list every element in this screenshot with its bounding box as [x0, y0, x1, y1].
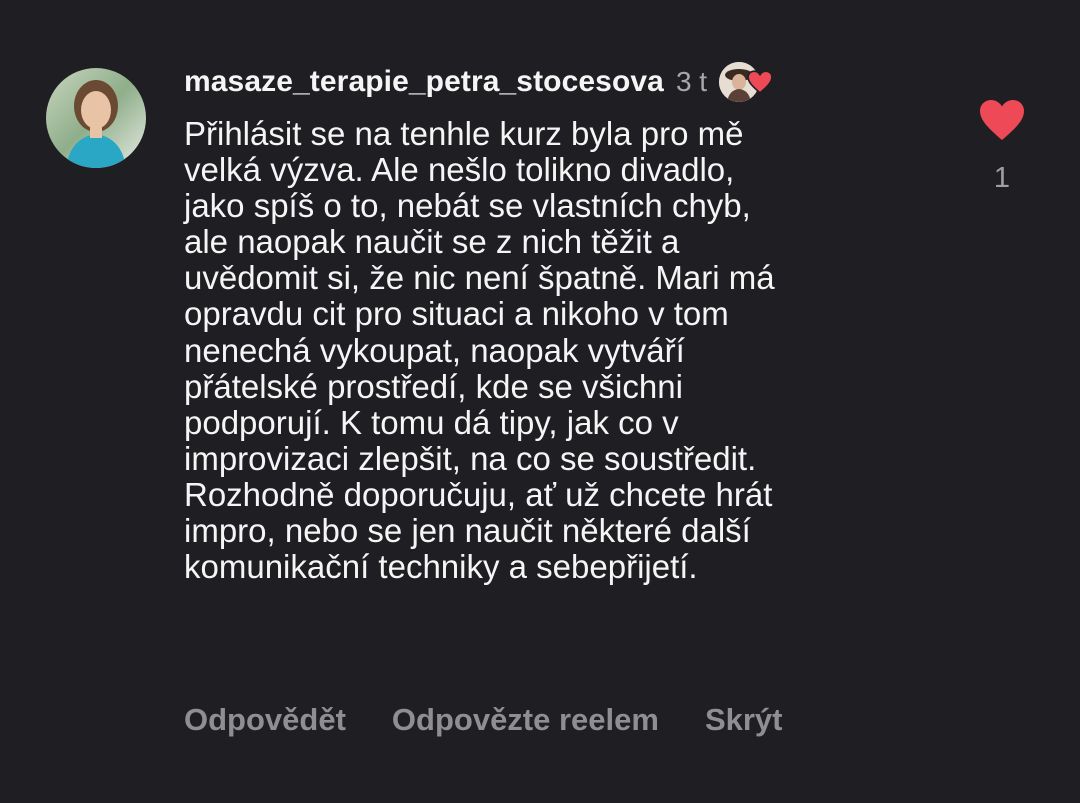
comment-line: Přihlásit se na tenhle kurz byla pro mě [184, 115, 744, 152]
comment-line: jako spíš o to, nebát se vlastních chyb, [184, 187, 751, 225]
comment-line: velká výzva. Ale nešlo tolikno divadlo, [184, 151, 735, 189]
reply-button[interactable]: Odpovědět [184, 702, 346, 738]
comment-line: Rozhodně doporučuju, ať už chcete hrát [184, 475, 773, 513]
comment-line: přátelské prostředí, kde se všichni [184, 367, 683, 405]
heart-filled-icon[interactable] [978, 98, 1026, 142]
like-section: 1 [974, 98, 1030, 195]
like-count: 1 [993, 162, 1011, 194]
creator-liked-badge [719, 60, 775, 104]
comment-line: podporují. K tomu dá tipy, jak co v [184, 403, 679, 441]
hide-button[interactable]: Skrýt [705, 702, 783, 738]
username[interactable]: masaze_terapie_petra_stocesova [184, 65, 664, 99]
comment-line: nenechá vykoupat, naopak vytváří [184, 331, 685, 369]
comment-text: Přihlásit se na tenhle kurz byla pro mě … [184, 115, 944, 586]
small-heart-icon [747, 70, 773, 94]
comment-line: komunikační techniky a sebepřijetí. [184, 548, 698, 586]
comment-line: improvizaci zlepšit, na co se soustředit… [184, 439, 757, 477]
comment-line: uvědomit si, že nic není špatně. Mari má [184, 259, 775, 297]
commenter-avatar[interactable] [46, 68, 146, 168]
comment-line: opravdu cit pro situaci a nikoho v tom [184, 295, 729, 333]
comment-line: impro, nebo se jen naučit některé další [184, 512, 751, 550]
timestamp: 3 t [675, 66, 708, 97]
comment-line: ale naopak naučit se z nich těžit a [184, 223, 680, 261]
comment-actions: Odpovědět Odpovězte reelem Skrýt [184, 702, 829, 738]
avatar-photo [46, 68, 146, 168]
comment-header: masaze_terapie_petra_stocesova 3 t [184, 60, 775, 104]
reply-with-reel-button[interactable]: Odpovězte reelem [392, 702, 659, 738]
